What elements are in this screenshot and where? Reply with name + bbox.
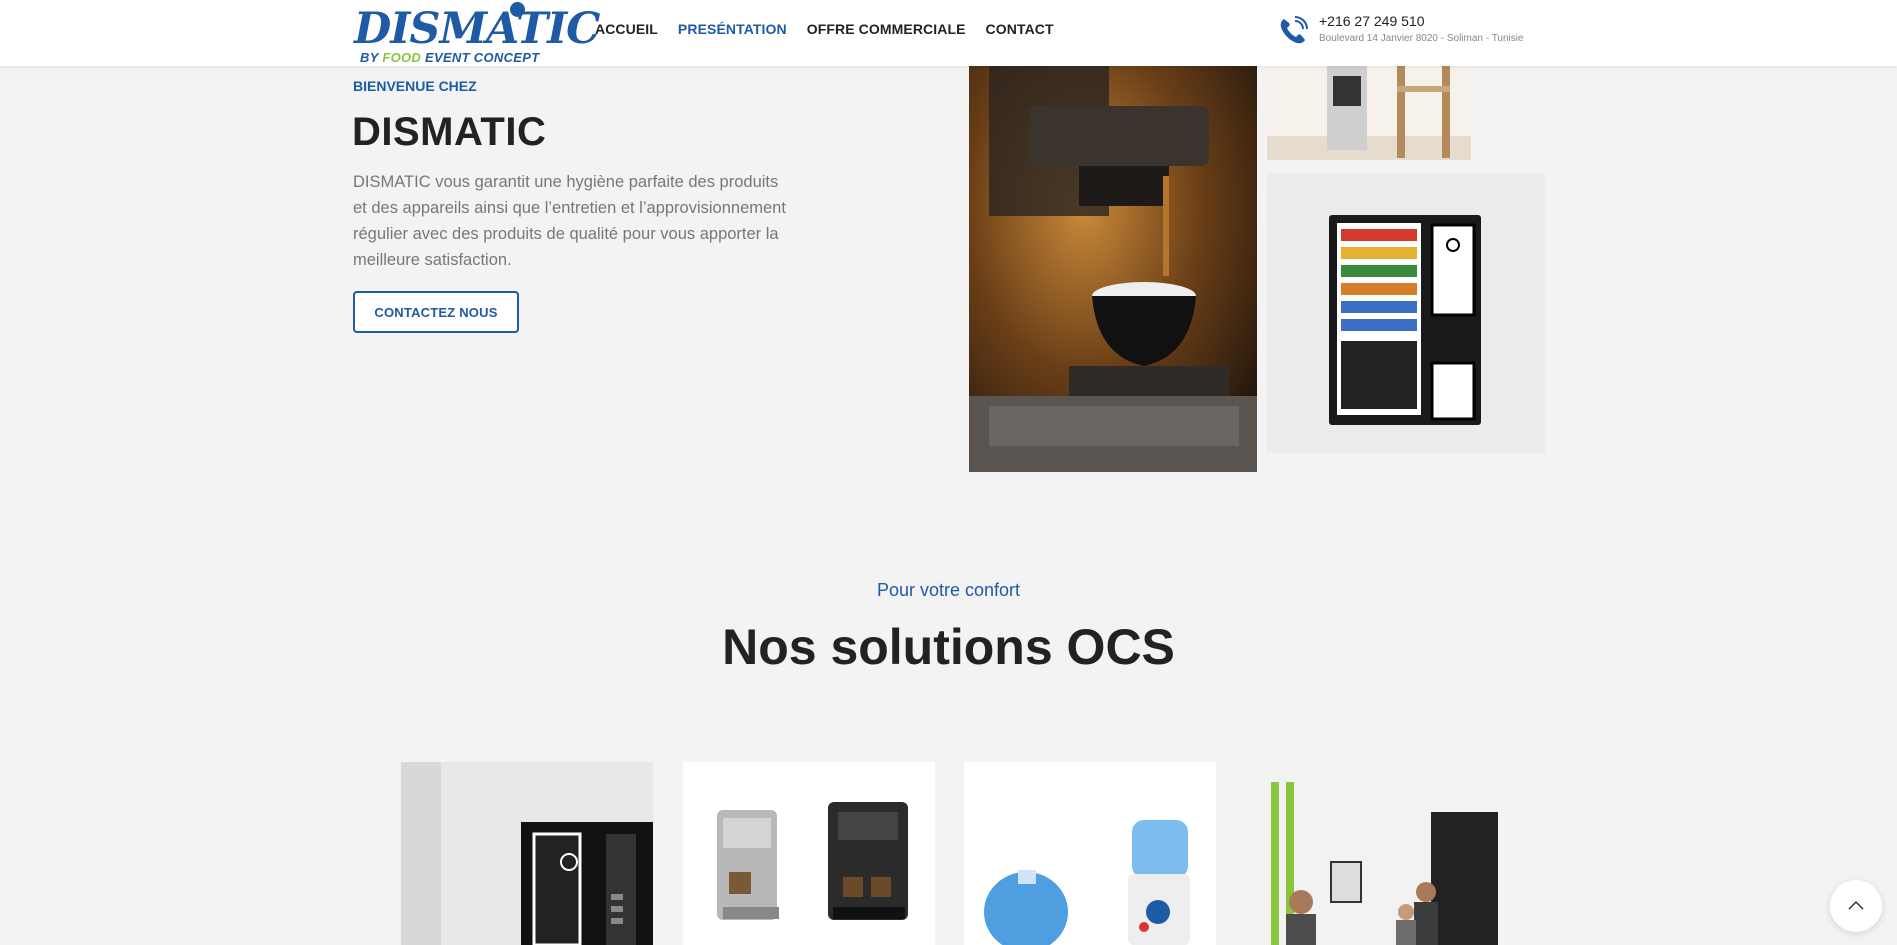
chevron-up-icon: [1848, 897, 1864, 915]
water-dispenser-image: [1267, 66, 1471, 160]
phone-icon: [1277, 13, 1309, 52]
scroll-top-button[interactable]: [1830, 880, 1882, 932]
hero-text: DISMATIC vous garantit une hygiène parfa…: [353, 173, 786, 269]
hero-eyebrow: BIENVENUE CHEZ: [353, 78, 477, 94]
logo[interactable]: DISMATIC BY FOOD EVENT CONCEPT: [352, 2, 600, 65]
contact-us-button[interactable]: CONTACTEZ NOUS: [353, 291, 519, 333]
address: Boulevard 14 Janvier 8020 - Soliman - Tu…: [1319, 33, 1524, 44]
hero-title: DISMATIC: [352, 110, 547, 154]
logo-tagline: BY FOOD EVENT CONCEPT: [360, 50, 540, 65]
section-subtitle: Pour votre confort: [876, 580, 1021, 600]
logo-wordmark: DISMATIC: [354, 4, 600, 54]
vending-machine-card-image: [401, 762, 653, 945]
solution-card-coworking[interactable]: [1246, 762, 1498, 945]
nav-item-presentation[interactable]: PRESÉNTATION: [678, 21, 787, 37]
logo-dot: [510, 2, 525, 17]
water-dispenser-card-image: [964, 762, 1216, 945]
main-nav: ACCUEIL PRESÉNTATION OFFRE COMMERCIALE C…: [595, 21, 1054, 37]
solution-card-vending[interactable]: [401, 762, 653, 945]
nav-item-contact[interactable]: CONTACT: [986, 21, 1054, 37]
coworking-card-image: [1246, 762, 1498, 945]
solution-card-coffee[interactable]: [683, 762, 935, 945]
espresso-machines-card-image: [683, 762, 935, 945]
solution-card-water[interactable]: [964, 762, 1216, 945]
site-header: DISMATIC BY FOOD EVENT CONCEPT ACCUEIL P…: [0, 0, 1897, 66]
phone-number[interactable]: +216 27 249 510: [1319, 13, 1524, 29]
header-contact: +216 27 249 510 Boulevard 14 Janvier 802…: [1277, 13, 1524, 52]
section-title: Nos solutions OCS: [722, 619, 1175, 675]
vending-machine-image: [1267, 173, 1545, 453]
nav-item-offre-commerciale[interactable]: OFFRE COMMERCIALE: [807, 21, 966, 37]
nav-item-accueil[interactable]: ACCUEIL: [595, 21, 658, 37]
coffee-machine-image: [969, 66, 1257, 472]
